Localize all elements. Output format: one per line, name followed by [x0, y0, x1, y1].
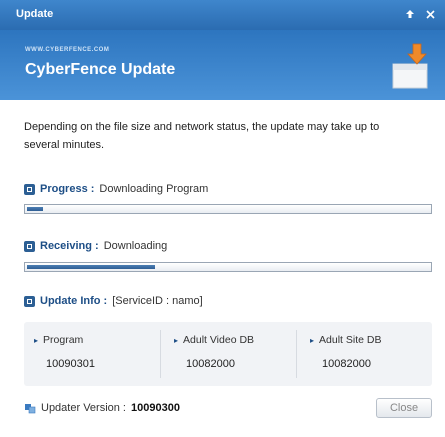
close-icon[interactable]	[423, 7, 437, 21]
updater-version-row: Updater Version : 10090300	[24, 402, 180, 414]
progress-status: Downloading Program	[99, 183, 209, 195]
updater-version-label: Updater Version :	[41, 402, 126, 414]
package-download-icon	[392, 43, 428, 89]
info-version: 10090301	[46, 358, 95, 370]
update-info-label: Update Info :	[40, 295, 108, 307]
info-column-adult-site-db: Adult Site DB 10082000	[300, 322, 428, 386]
update-info-panel: Program 10090301 Adult Video DB 10082000…	[24, 322, 432, 386]
close-button[interactable]: Close	[376, 398, 432, 418]
updater-icon	[25, 404, 36, 414]
info-column-adult-video-db: Adult Video DB 10082000	[164, 322, 292, 386]
update-info-label-row: Update Info : [ServiceID : namo]	[24, 295, 203, 307]
title-bar: Update	[0, 0, 445, 30]
progress-bar-fill	[27, 207, 43, 211]
updater-version-number: 10090300	[131, 402, 180, 414]
brand-url: WWW.CYBERFENCE.COM	[25, 47, 110, 53]
receiving-status: Downloading	[103, 240, 168, 252]
header-banner: WWW.CYBERFENCE.COM CyberFence Update	[0, 30, 445, 100]
banner-title: CyberFence Update	[25, 61, 176, 78]
info-column-program: Program 10090301	[24, 322, 152, 386]
info-name: Program	[34, 334, 83, 346]
info-name: Adult Site DB	[310, 334, 381, 346]
divider	[296, 330, 297, 378]
section-icon	[24, 295, 35, 307]
info-name: Adult Video DB	[174, 334, 254, 346]
service-id: [ServiceID : namo]	[112, 295, 203, 307]
pin-icon[interactable]	[403, 7, 417, 21]
receiving-label: Receiving :	[40, 240, 99, 252]
update-window: Update WWW.CYBERFENCE.COM CyberFence Upd…	[0, 0, 445, 437]
progress-label-row: Progress : Downloading Program	[24, 183, 208, 195]
info-version: 10082000	[186, 358, 235, 370]
receiving-bar	[24, 262, 432, 272]
divider	[160, 330, 161, 378]
section-icon	[24, 183, 35, 195]
progress-bar	[24, 204, 432, 214]
window-title: Update	[16, 8, 54, 20]
description-text: Depending on the file size and network s…	[24, 121, 380, 151]
receiving-bar-fill	[27, 265, 155, 269]
receiving-label-row: Receiving : Downloading	[24, 240, 167, 252]
section-icon	[24, 240, 35, 252]
info-version: 10082000	[322, 358, 371, 370]
progress-label: Progress :	[40, 183, 95, 195]
